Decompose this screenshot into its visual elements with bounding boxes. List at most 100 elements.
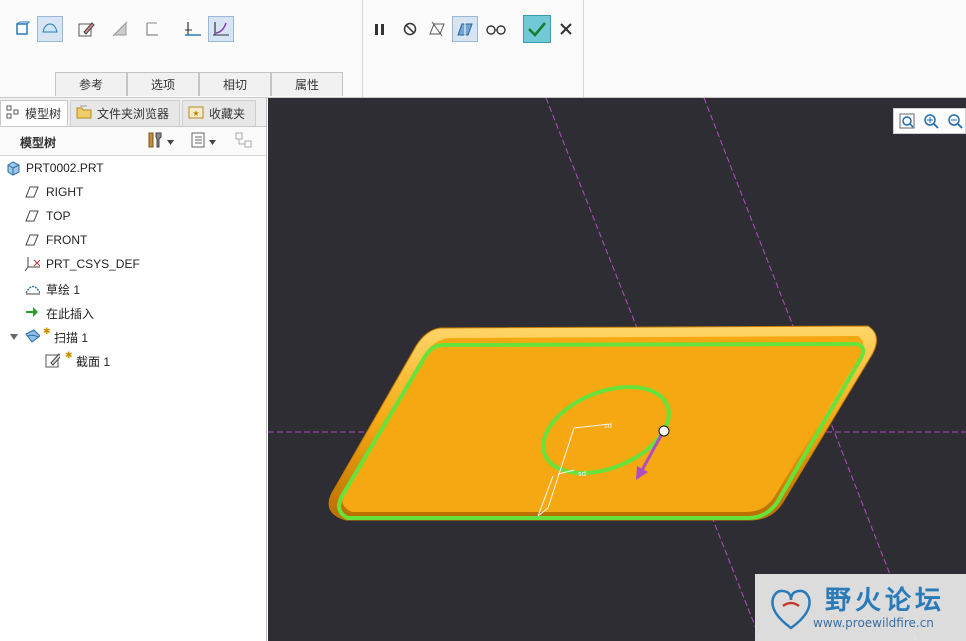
zoom-out-button[interactable] (946, 112, 966, 130)
tab-properties[interactable]: 属性 (271, 72, 343, 96)
model-tree-title: 模型树 (20, 136, 57, 150)
sketch-icon (77, 20, 95, 38)
watermark: 野火论坛 www.proewildfire.cn (755, 574, 966, 641)
section-icon (44, 352, 60, 368)
datum-plane-icon (24, 232, 40, 248)
tab-options-label: 选项 (150, 78, 175, 92)
tree-item-right[interactable]: RIGHT (0, 180, 266, 204)
tab-folder-browser-label: 文件夹浏览器 (97, 107, 170, 121)
remove-material-button[interactable] (107, 16, 133, 42)
chevron-down-icon (209, 134, 216, 148)
tab-options[interactable]: 选项 (127, 72, 199, 96)
tree-item-label: RIGHT (46, 185, 84, 199)
zoom-in-button[interactable] (922, 112, 942, 130)
svg-text:★: ★ (192, 109, 199, 118)
verify-button[interactable] (483, 16, 509, 42)
pause-button[interactable] (367, 16, 393, 42)
watermark-url: www.proewildfire.cn (813, 616, 934, 630)
sketch-feature-icon (24, 280, 40, 296)
tools-icon (146, 131, 164, 152)
tree-item-label: 草绘 1 (46, 283, 81, 297)
datum-plane-icon (24, 208, 40, 224)
tree-item-csys[interactable]: PRT_CSYS_DEF (0, 252, 266, 276)
model-tree-header: 模型树 (0, 127, 266, 156)
part-icon (5, 160, 21, 176)
refit-button[interactable] (898, 112, 918, 130)
variable-section-button[interactable] (208, 16, 234, 42)
tab-folder-browser[interactable]: 文件夹浏览器 (70, 100, 180, 126)
thin-icon (143, 20, 161, 38)
surface-button[interactable] (37, 16, 63, 42)
regen-star-icon: ✱ (65, 350, 73, 360)
ok-button[interactable] (523, 15, 551, 43)
start-point-handle[interactable] (658, 425, 670, 437)
dimension-label: sd (578, 470, 586, 478)
folder-browser-icon (75, 104, 93, 123)
tree-show-button[interactable] (190, 131, 226, 151)
remove-material-icon (111, 20, 129, 38)
feature-preview-icon (455, 20, 475, 38)
tab-model-tree-label: 模型树 (25, 106, 62, 121)
sweep-icon (24, 328, 40, 344)
list-icon (190, 131, 206, 152)
tab-references[interactable]: 参考 (55, 72, 127, 96)
tree-item-label: PRT0002.PRT (26, 161, 104, 175)
navigator-panel: 模型树 文件夹浏览器 ★ 收藏夹 模型树 PRT0002.PRT RIGHT T… (0, 98, 267, 641)
tab-favorites-label: 收藏夹 (209, 107, 246, 121)
geometry-preview-button[interactable] (424, 16, 450, 42)
tree-filter-button[interactable] (234, 131, 258, 151)
graphics-viewport[interactable]: sd sd 野火论坛 www.proewildfire.cn (268, 98, 966, 641)
regen-star-icon: ✱ (43, 326, 51, 336)
thin-button[interactable] (139, 16, 165, 42)
chevron-down-icon (167, 134, 174, 148)
tree-item-sweep[interactable]: ✱ 扫描 1 (0, 324, 266, 348)
tab-properties-label: 属性 (294, 78, 319, 92)
watermark-title: 野火论坛 (825, 586, 946, 616)
geometry-preview-icon (427, 20, 447, 38)
forum-logo-icon (763, 582, 819, 637)
cancel-button[interactable] (553, 16, 579, 42)
tree-item-section[interactable]: ✱ 截面 1 (0, 348, 266, 372)
feature-preview-button[interactable] (452, 16, 478, 42)
filter-icon (234, 131, 254, 152)
constant-section-button[interactable] (180, 16, 206, 42)
tree-item-sketch[interactable]: 草绘 1 (0, 276, 266, 300)
dimension-label: sd (604, 422, 612, 430)
tree-item-insert-here[interactable]: 在此插入 (0, 300, 266, 324)
tree-item-front[interactable]: FRONT (0, 228, 266, 252)
tab-tangency-label: 相切 (222, 78, 247, 92)
tree-item-label: PRT_CSYS_DEF (46, 257, 140, 271)
expand-triangle-icon[interactable] (6, 329, 22, 345)
surface-icon (41, 21, 59, 37)
tree-item-part[interactable]: PRT0002.PRT (0, 156, 266, 180)
sketch-button[interactable] (73, 16, 99, 42)
refit-icon (898, 113, 918, 133)
pause-icon (373, 22, 387, 36)
csys-icon (24, 256, 40, 272)
zoom-out-icon (946, 114, 966, 130)
insert-here-icon (24, 304, 40, 320)
tree-item-label: 在此插入 (46, 307, 95, 321)
datum-plane-icon (24, 184, 40, 200)
ribbon: 参考 选项 相切 属性 (0, 0, 966, 98)
tab-favorites[interactable]: ★ 收藏夹 (182, 100, 256, 126)
ribbon-separator (362, 0, 363, 97)
constant-section-icon (183, 20, 203, 38)
model-tree-icon (5, 104, 21, 123)
tab-tangency[interactable]: 相切 (199, 72, 271, 96)
navigator-tabs: 模型树 文件夹浏览器 ★ 收藏夹 (0, 98, 266, 127)
no-preview-button[interactable] (397, 16, 423, 42)
verify-icon (485, 21, 507, 37)
model-scene: sd sd (268, 98, 966, 641)
tree-item-label: FRONT (46, 233, 88, 247)
tree-item-label: 扫描 1 (54, 331, 89, 345)
solid-button[interactable] (9, 16, 35, 42)
tree-settings-button[interactable] (146, 131, 180, 151)
ribbon-separator (583, 0, 584, 97)
tab-model-tree[interactable]: 模型树 (0, 100, 68, 126)
view-toolbar (893, 108, 966, 134)
zoom-in-icon (922, 114, 942, 133)
tree-item-label: TOP (46, 209, 71, 223)
tree-item-top[interactable]: TOP (0, 204, 266, 228)
solid-icon (14, 21, 30, 37)
